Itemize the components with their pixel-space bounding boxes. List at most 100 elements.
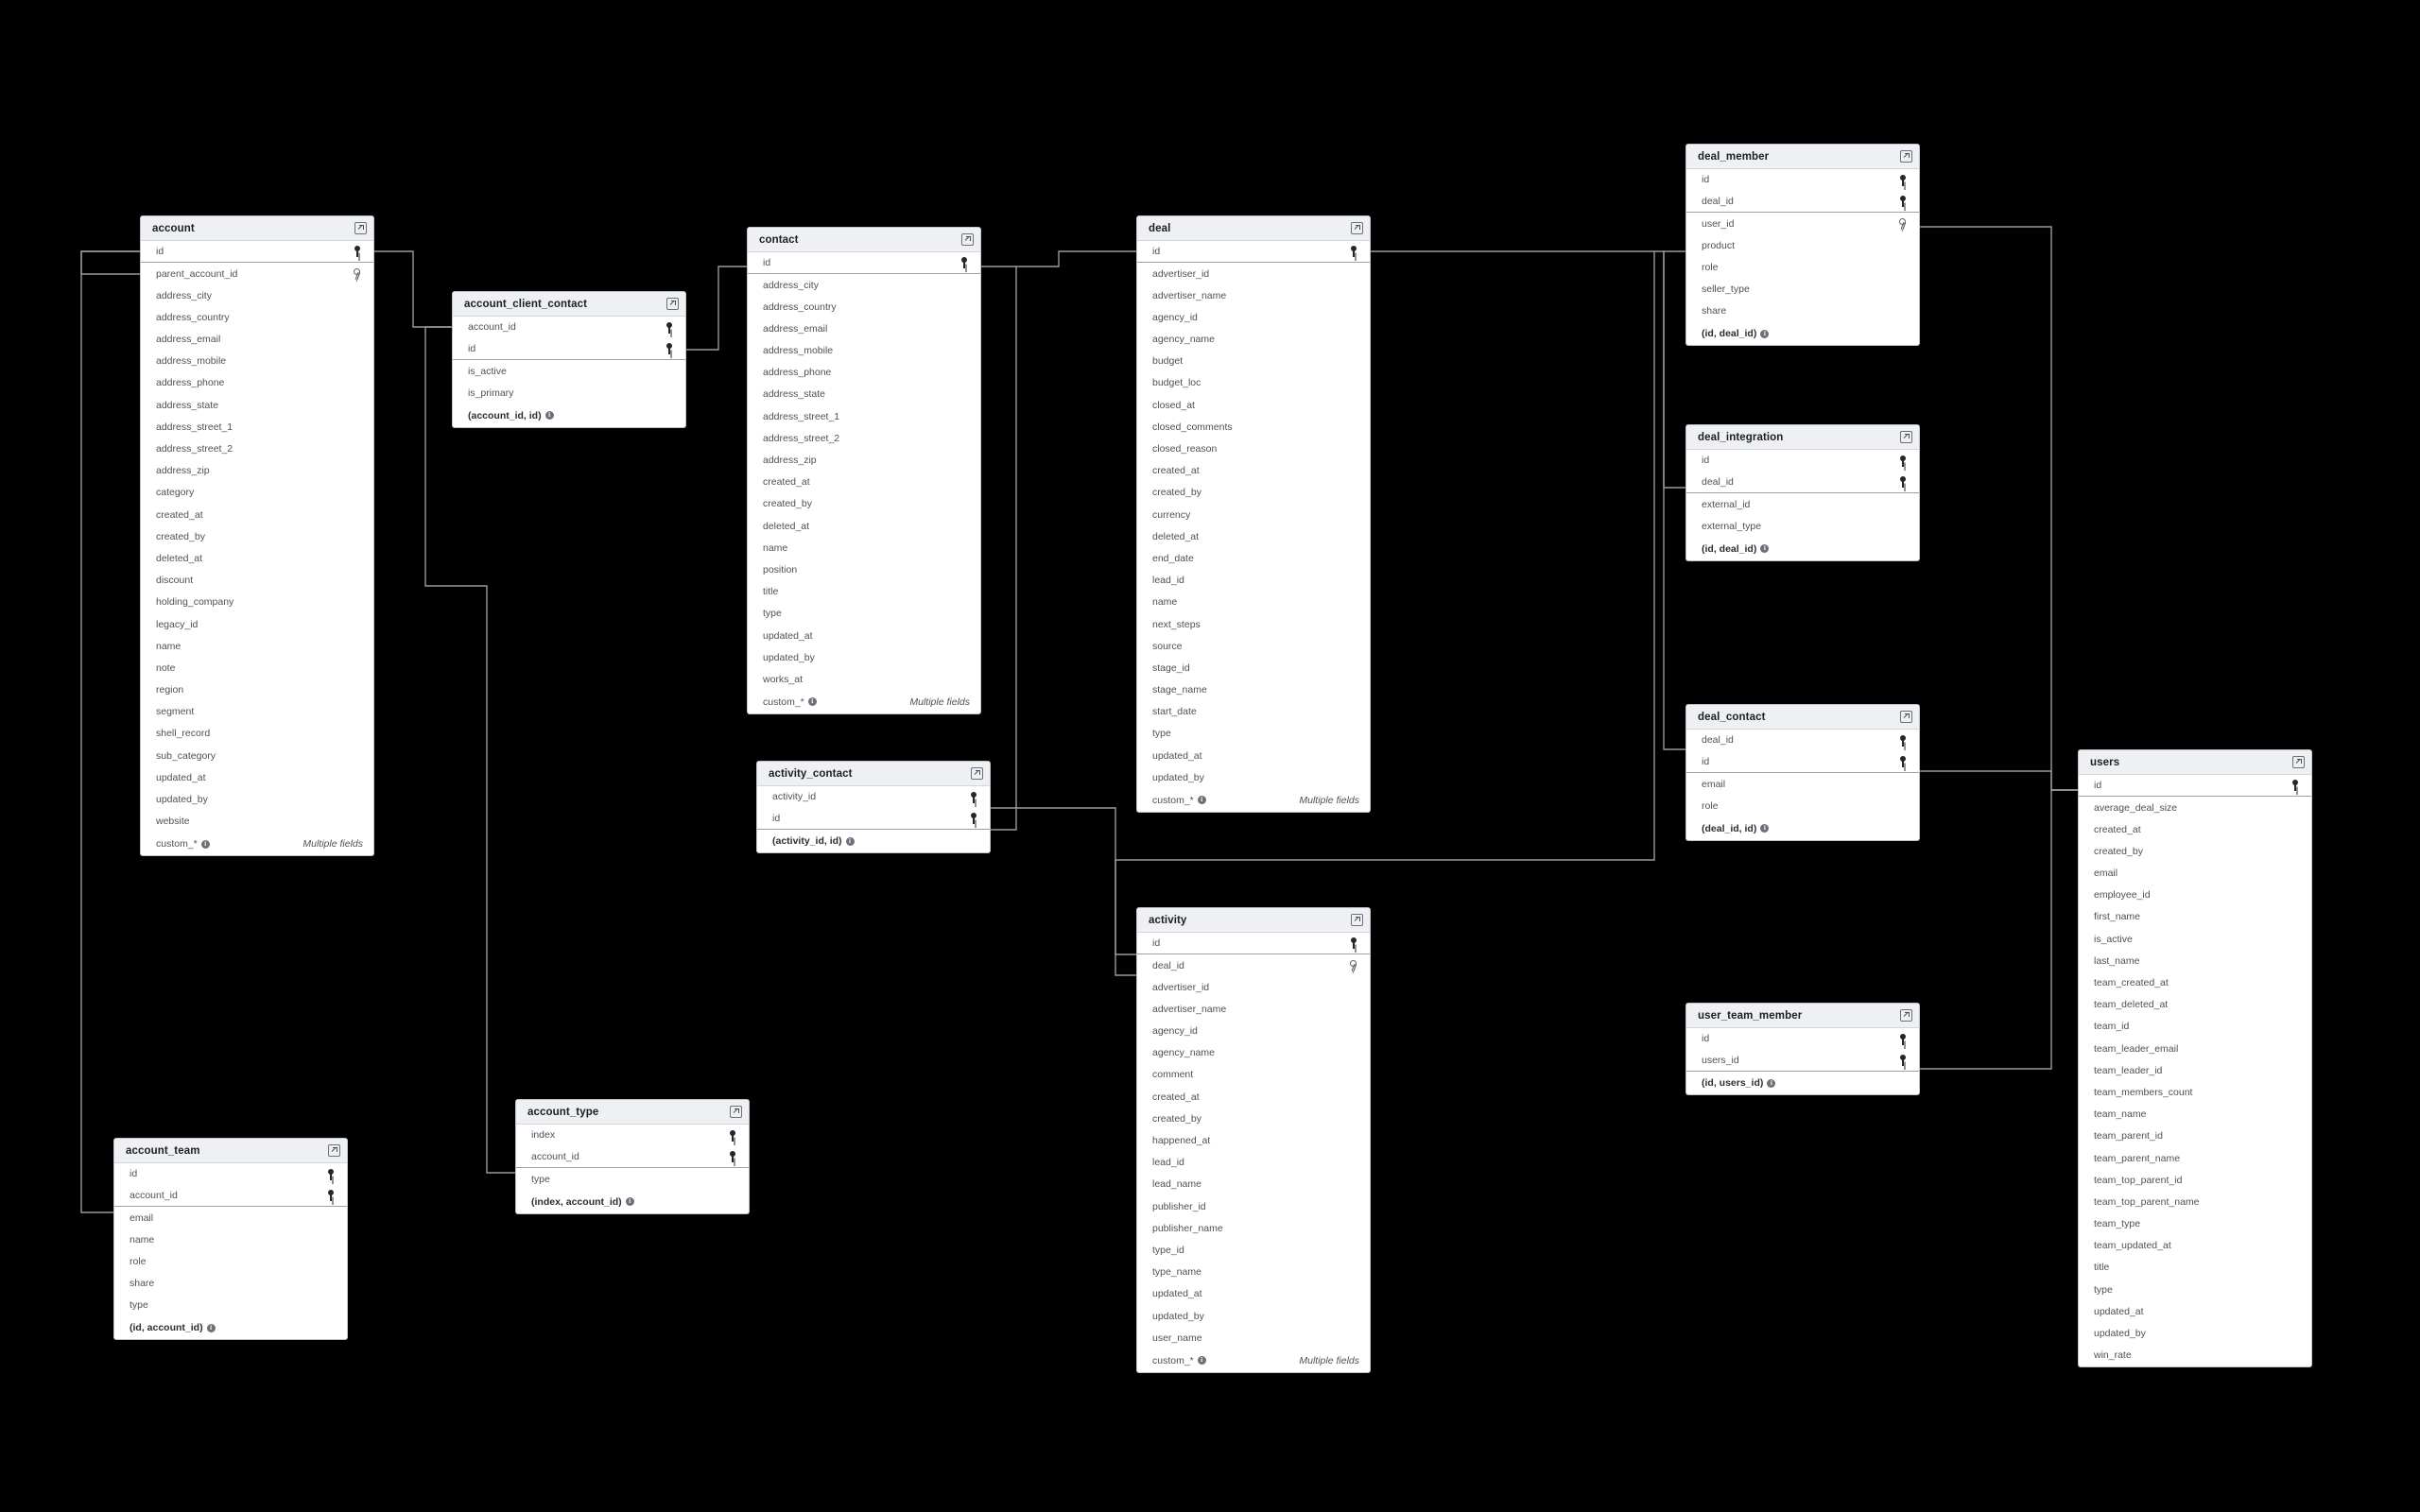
info-icon[interactable]: i bbox=[1760, 824, 1770, 833]
table-footer-row[interactable]: (account_id, id) i bbox=[453, 404, 685, 427]
table-header[interactable]: account_type bbox=[516, 1100, 749, 1125]
column-row[interactable]: id bbox=[1686, 169, 1919, 191]
column-row[interactable]: type_name bbox=[1137, 1262, 1370, 1283]
table-footer-row[interactable]: (id, users_id) i bbox=[1686, 1072, 1919, 1094]
column-row[interactable]: address_mobile bbox=[748, 340, 980, 362]
column-row[interactable]: updated_by bbox=[1137, 767, 1370, 789]
column-row[interactable]: happened_at bbox=[1137, 1130, 1370, 1152]
column-row[interactable]: updated_by bbox=[141, 789, 373, 811]
column-row[interactable]: created_at bbox=[1137, 1086, 1370, 1108]
column-row[interactable]: address_phone bbox=[141, 372, 373, 394]
column-row[interactable]: lead_name bbox=[1137, 1174, 1370, 1195]
table-footer-row[interactable]: custom_* i Multiple fields bbox=[1137, 1349, 1370, 1372]
column-row[interactable]: created_by bbox=[748, 493, 980, 515]
column-row[interactable]: type bbox=[114, 1295, 347, 1316]
column-row[interactable]: id bbox=[2079, 775, 2311, 798]
info-icon[interactable]: i bbox=[206, 1323, 216, 1332]
external-link-icon[interactable] bbox=[961, 233, 974, 246]
external-link-icon[interactable] bbox=[328, 1144, 340, 1157]
column-row[interactable]: advertiser_id bbox=[1137, 263, 1370, 284]
column-row[interactable]: win_rate bbox=[2079, 1345, 2311, 1366]
info-icon[interactable]: i bbox=[544, 411, 554, 421]
table-footer-row[interactable]: custom_* i Multiple fields bbox=[748, 691, 980, 713]
column-row[interactable]: team_top_parent_id bbox=[2079, 1169, 2311, 1191]
column-row[interactable]: budget_loc bbox=[1137, 372, 1370, 394]
info-icon[interactable]: i bbox=[625, 1197, 634, 1207]
column-row[interactable]: updated_by bbox=[1137, 1305, 1370, 1327]
column-row[interactable]: agency_id bbox=[1137, 307, 1370, 329]
table-footer-row[interactable]: (id, deal_id) i bbox=[1686, 538, 1919, 560]
column-row[interactable]: user_name bbox=[1137, 1327, 1370, 1349]
table-card-deal_contact[interactable]: deal_contact deal_id id email role (deal_id, … bbox=[1685, 704, 1920, 841]
column-row[interactable]: team_top_parent_name bbox=[2079, 1192, 2311, 1213]
column-row[interactable]: updated_at bbox=[141, 767, 373, 789]
column-row[interactable]: address_country bbox=[748, 296, 980, 318]
column-row[interactable]: index bbox=[516, 1125, 749, 1146]
column-row[interactable]: advertiser_name bbox=[1137, 284, 1370, 306]
column-row[interactable]: external_type bbox=[1686, 516, 1919, 538]
column-row[interactable]: created_by bbox=[2079, 841, 2311, 863]
column-row[interactable]: works_at bbox=[748, 669, 980, 691]
column-row[interactable]: activity_id bbox=[757, 786, 990, 808]
column-row[interactable]: users_id bbox=[1686, 1050, 1919, 1073]
column-row[interactable]: created_at bbox=[1137, 460, 1370, 482]
column-row[interactable]: deleted_at bbox=[141, 548, 373, 570]
info-icon[interactable]: i bbox=[200, 839, 210, 849]
column-row[interactable]: position bbox=[748, 559, 980, 581]
column-row[interactable]: product bbox=[1686, 235, 1919, 257]
column-row[interactable]: region bbox=[141, 679, 373, 701]
table-header[interactable]: activity bbox=[1137, 908, 1370, 933]
column-row[interactable]: team_created_at bbox=[2079, 972, 2311, 994]
column-row[interactable]: email bbox=[2079, 863, 2311, 885]
column-row[interactable]: created_at bbox=[141, 504, 373, 525]
column-row[interactable]: id bbox=[1686, 1028, 1919, 1050]
external-link-icon[interactable] bbox=[1900, 711, 1912, 723]
info-icon[interactable]: i bbox=[1760, 544, 1770, 554]
external-link-icon[interactable] bbox=[1351, 914, 1363, 926]
table-footer-row[interactable]: custom_* i Multiple fields bbox=[1137, 789, 1370, 812]
column-row[interactable]: id bbox=[453, 338, 685, 361]
column-row[interactable]: address_phone bbox=[748, 362, 980, 384]
table-card-account_type[interactable]: account_type index account_id type (index, a… bbox=[515, 1099, 750, 1214]
column-row[interactable]: email bbox=[1686, 773, 1919, 795]
table-card-deal_integration[interactable]: deal_integration id deal_id external_id exte… bbox=[1685, 424, 1920, 561]
table-footer-row[interactable]: (index, account_id) i bbox=[516, 1191, 749, 1213]
column-row[interactable]: address_street_1 bbox=[141, 417, 373, 438]
column-row[interactable]: id bbox=[141, 241, 373, 264]
column-row[interactable]: address_state bbox=[141, 394, 373, 416]
table-header[interactable]: deal_member bbox=[1686, 145, 1919, 169]
table-card-account[interactable]: account id parent_account_id address_city ad… bbox=[140, 215, 374, 857]
table-footer-row[interactable]: (activity_id, id) i bbox=[757, 830, 990, 852]
column-row[interactable]: publisher_name bbox=[1137, 1217, 1370, 1239]
column-row[interactable]: account_id bbox=[114, 1185, 347, 1208]
column-row[interactable]: lead_id bbox=[1137, 570, 1370, 592]
table-card-user_team_member[interactable]: user_team_member id users_id (id, users_id)… bbox=[1685, 1003, 1920, 1096]
table-header[interactable]: account_team bbox=[114, 1139, 347, 1163]
table-card-activity[interactable]: activity id deal_id advertiser_id advertiser… bbox=[1136, 907, 1371, 1373]
column-row[interactable]: segment bbox=[141, 701, 373, 723]
column-row[interactable]: website bbox=[141, 811, 373, 833]
table-card-deal_member[interactable]: deal_member id deal_id user_id product role se… bbox=[1685, 144, 1920, 347]
column-row[interactable]: type_id bbox=[1137, 1240, 1370, 1262]
column-row[interactable]: id bbox=[1686, 450, 1919, 472]
external-link-icon[interactable] bbox=[1900, 150, 1912, 163]
table-footer-row[interactable]: (id, deal_id) i bbox=[1686, 322, 1919, 345]
column-row[interactable]: address_email bbox=[141, 329, 373, 351]
column-row[interactable]: address_email bbox=[748, 318, 980, 340]
column-row[interactable]: deal_id bbox=[1686, 191, 1919, 214]
column-row[interactable]: share bbox=[1686, 301, 1919, 322]
column-row[interactable]: first_name bbox=[2079, 906, 2311, 928]
column-row[interactable]: id bbox=[1137, 933, 1370, 955]
column-row[interactable]: sub_category bbox=[141, 745, 373, 766]
table-footer-row[interactable]: custom_* i Multiple fields bbox=[141, 833, 373, 855]
info-icon[interactable]: i bbox=[1197, 1356, 1206, 1366]
column-row[interactable]: updated_by bbox=[748, 646, 980, 668]
column-row[interactable]: deal_id bbox=[1137, 954, 1370, 976]
column-row[interactable]: id bbox=[748, 252, 980, 275]
column-row[interactable]: updated_at bbox=[1137, 745, 1370, 766]
column-row[interactable]: team_parent_name bbox=[2079, 1147, 2311, 1169]
column-row[interactable]: address_zip bbox=[141, 460, 373, 482]
column-row[interactable]: start_date bbox=[1137, 701, 1370, 723]
column-row[interactable]: type bbox=[748, 603, 980, 625]
table-card-contact[interactable]: contact id address_city address_country addr… bbox=[747, 227, 981, 714]
